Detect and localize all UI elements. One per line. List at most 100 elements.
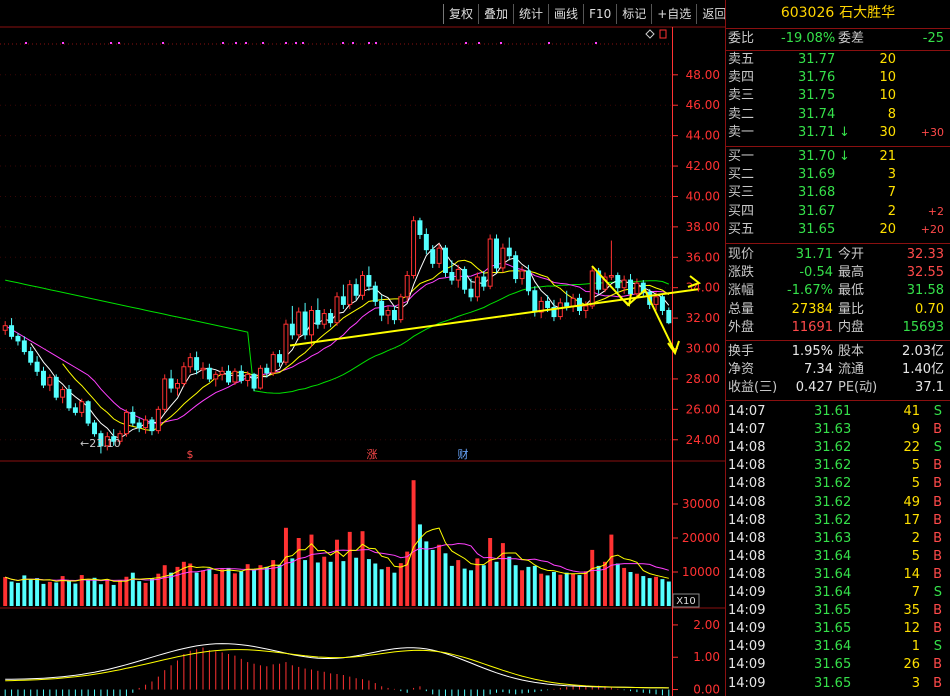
candle-body: [130, 411, 136, 424]
price-tick-label: 38.00: [686, 220, 720, 234]
candle-body: [47, 376, 53, 386]
volume-bar: [398, 563, 403, 606]
bid-row: 买三 31.68 7: [726, 184, 948, 202]
divider: [726, 146, 950, 147]
price-tick-label: 44.00: [686, 129, 720, 143]
volume-tick-label: 30000: [682, 497, 720, 511]
volume-bar: [558, 574, 563, 606]
volume-bar: [118, 580, 123, 606]
quote-value: -1.67%: [787, 283, 833, 299]
tick-price: 31.64: [814, 639, 852, 655]
quote-label: 现价: [728, 247, 755, 262]
square-icon: [659, 29, 667, 39]
ask-label: 卖一: [728, 124, 755, 140]
candle-body: [653, 296, 659, 305]
toolbar-button-6[interactable]: +自选: [651, 4, 696, 24]
event-dot-marker: [595, 42, 597, 44]
candle-body: [15, 335, 21, 342]
toolbar-button-0[interactable]: 复权: [443, 4, 478, 24]
quote-value: 11691: [791, 319, 833, 335]
toolbar-button-5[interactable]: 标记: [616, 4, 651, 24]
candle-body: [449, 271, 455, 281]
tick-side: S: [933, 639, 942, 655]
candle-body: [628, 279, 634, 295]
quote-label: 最高: [838, 265, 865, 281]
volume-bar: [596, 565, 601, 606]
quote-value: 31.58: [906, 283, 944, 299]
price-tick-label: 30.00: [686, 342, 720, 356]
candle-body: [583, 305, 589, 312]
volume-bar: [647, 578, 652, 606]
event-dot-marker: [548, 42, 550, 44]
candle-body: [589, 270, 595, 307]
tick-price: 31.65: [814, 603, 852, 619]
event-dot-marker: [368, 42, 370, 44]
event-dot-marker: [295, 42, 297, 44]
tick-volume: 3: [911, 675, 920, 691]
quote-value: -0.54: [799, 265, 833, 281]
candle-body: [219, 370, 225, 375]
candle-body: [174, 382, 180, 389]
candle-body: [213, 373, 219, 380]
tick-side: B: [933, 476, 942, 492]
candle-body: [162, 378, 168, 410]
bid-volume: 2: [887, 203, 896, 219]
candle-body: [659, 296, 665, 312]
kline-chart-area[interactable]: 48.00 46.00 44.00 42.00 40.00 38.00 36.00 34.00…: [0, 0, 726, 696]
event-dot-marker: [25, 42, 27, 44]
volume-tick-label: 20000: [682, 531, 720, 545]
candle-body: [251, 373, 257, 389]
candle-body: [621, 279, 627, 289]
ask-volume: 30: [879, 124, 896, 140]
volume-bar: [386, 566, 391, 606]
candle-body: [334, 296, 340, 324]
quote-label: 涨幅: [728, 283, 755, 299]
candle-body: [615, 275, 621, 289]
tick-side: B: [933, 512, 942, 528]
event-dot-marker: [478, 42, 480, 44]
volume-bar: [54, 582, 59, 606]
tick-side: B: [933, 422, 942, 438]
volume-bar: [86, 579, 91, 606]
candle-body: [238, 370, 244, 381]
candle-body: [423, 233, 429, 251]
toolbar-button-1[interactable]: 叠加: [478, 4, 513, 24]
candle-body: [187, 357, 193, 368]
tick-side: S: [933, 404, 942, 419]
kline-chart-svg[interactable]: 48.00 46.00 44.00 42.00 40.00 38.00 36.00 34.00…: [0, 0, 725, 696]
bid-label: 买四: [728, 203, 755, 219]
volume-bar: [641, 576, 646, 606]
candle-body: [608, 275, 614, 278]
tick-row: 14:09 31.64 1 S: [726, 638, 948, 656]
event-dot-marker: [222, 42, 224, 44]
finance-value: 1.95%: [791, 344, 833, 359]
macd-tick-label: 1.00: [693, 650, 720, 664]
tick-row: 14:08 31.64 5 B: [726, 548, 948, 566]
volume-bar: [532, 565, 537, 606]
tick-time: 14:07: [728, 422, 766, 438]
candle-body: [2, 325, 8, 331]
divider: [726, 243, 950, 244]
down-arrow-icon: ↓: [839, 149, 850, 164]
tick-volume: 12: [903, 621, 920, 637]
finance-label: 净资: [728, 362, 755, 378]
toolbar-button-4[interactable]: F10: [583, 4, 616, 24]
quote-label: 总量: [728, 301, 755, 317]
tick-time: 14:09: [728, 621, 766, 637]
tick-time: 14:09: [728, 639, 766, 655]
toolbar-button-2[interactable]: 统计: [513, 4, 548, 24]
ask-volume: 10: [879, 70, 896, 86]
tick-side: B: [933, 621, 942, 637]
tick-volume: 41: [903, 404, 920, 419]
ask-change: +30: [920, 125, 944, 139]
volume-bar: [322, 556, 327, 606]
stock-name: 石大胜华: [839, 5, 896, 21]
tick-row: 14:09 31.65 35 B: [726, 602, 948, 620]
bid-volume: 20: [879, 221, 896, 237]
candle-body: [181, 366, 187, 384]
ma10-line: [62, 259, 670, 432]
tick-side: B: [933, 458, 942, 474]
candle-body: [21, 340, 27, 353]
candle-body: [474, 276, 480, 298]
toolbar-button-3[interactable]: 画线: [548, 4, 583, 24]
